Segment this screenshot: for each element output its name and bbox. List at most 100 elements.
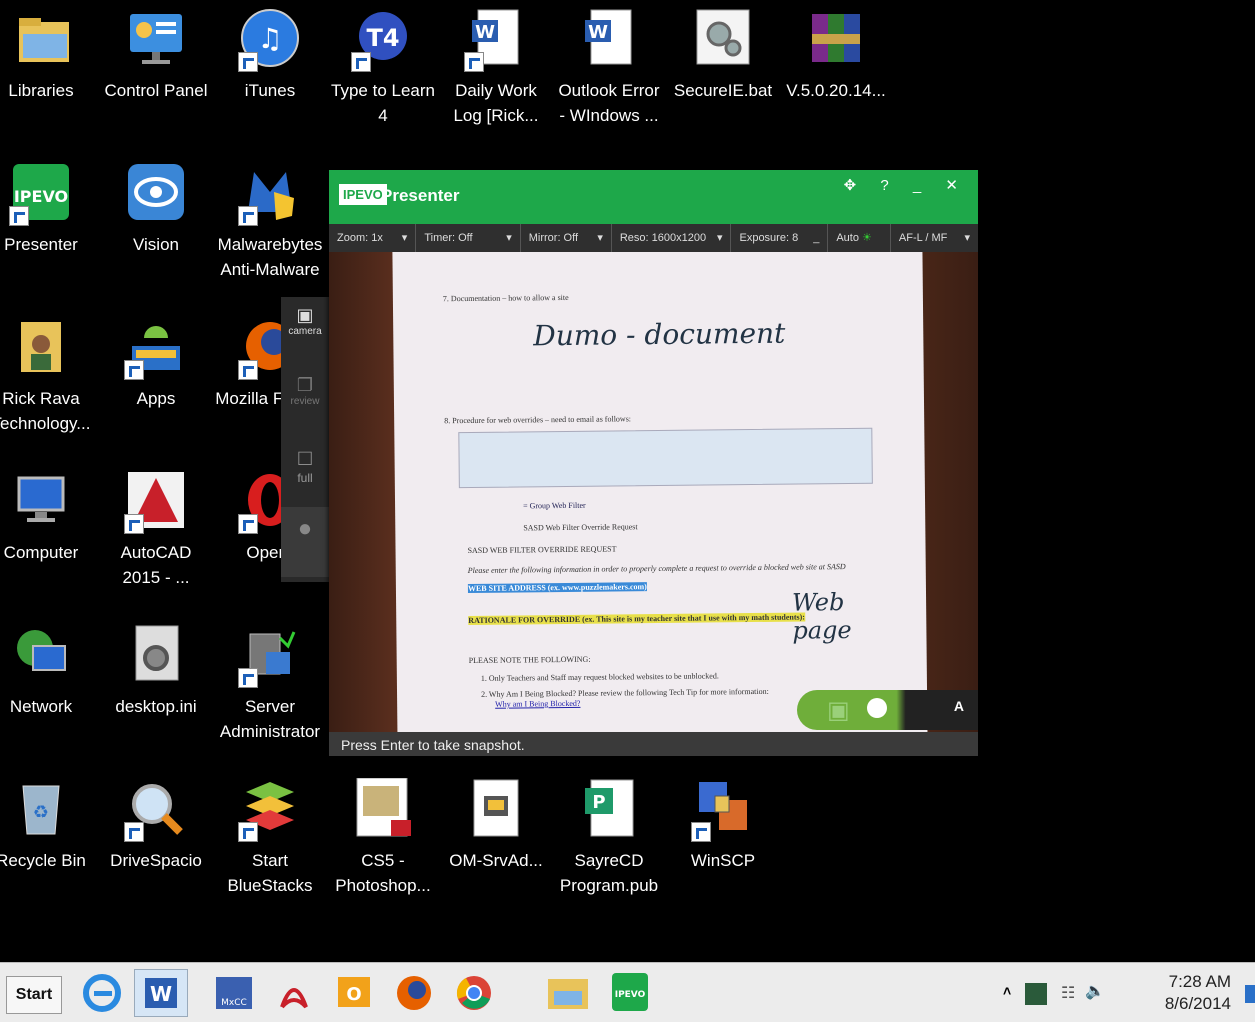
desktop-icon-winscp[interactable]: WinSCP bbox=[668, 778, 778, 873]
desktop-icon-itunes[interactable]: ♫ iTunes bbox=[215, 8, 325, 103]
mirror-dropdown[interactable]: Mirror: Off ▾ bbox=[521, 224, 612, 252]
tray-app-icon[interactable] bbox=[1025, 983, 1047, 1005]
desktop-icon-presenter[interactable]: IPEVO Presenter bbox=[0, 162, 96, 257]
desktop-icon-label: Daily Work Log [Rick... bbox=[453, 81, 539, 125]
desktop-icon-user-folder[interactable]: Rick Rava Technology... bbox=[0, 316, 96, 436]
resolution-value: Reso: 1600x1200 bbox=[619, 232, 707, 244]
show-hidden-icons-button[interactable]: ˄ bbox=[1003, 983, 1011, 999]
start-button[interactable]: Start bbox=[6, 976, 62, 1014]
review-mode-button[interactable]: ❐ review bbox=[281, 367, 329, 437]
svg-text:O: O bbox=[346, 984, 361, 1005]
desktop-icon-label: Apps bbox=[136, 389, 176, 408]
ipevo-logo: IPEVO bbox=[339, 184, 387, 205]
desktop-icon-label: V.5.0.20.14... bbox=[786, 81, 886, 100]
slider-handle-icon: _ bbox=[813, 232, 820, 244]
taskbar-internet-explorer[interactable] bbox=[80, 969, 124, 1015]
taskbar-file-explorer[interactable] bbox=[540, 969, 596, 1015]
desktop-icon-apps[interactable]: Apps bbox=[101, 316, 211, 411]
window-title: Presenter bbox=[381, 186, 460, 205]
desktop-icon-outlook-error[interactable]: W Outlook Error - WIndows ... bbox=[554, 8, 664, 128]
shortcut-arrow-icon bbox=[238, 514, 258, 534]
auto-focus-toggle[interactable]: Auto ☀ bbox=[828, 224, 891, 252]
taskbar-word[interactable]: W bbox=[134, 969, 188, 1017]
camera-icon: ▣ bbox=[827, 697, 850, 724]
desktop-icon-malwarebytes[interactable]: Malwarebytes Anti-Malware bbox=[215, 162, 325, 282]
desktop-icon-secureie[interactable]: SecureIE.bat bbox=[668, 8, 778, 103]
word-document-icon: W bbox=[579, 8, 639, 68]
handwriting-demo-document: Dumo - document bbox=[533, 316, 786, 353]
taskbar-outlook[interactable]: O bbox=[332, 969, 376, 1015]
doc-note-heading: PLEASE NOTE THE FOLLOWING: bbox=[468, 654, 591, 666]
taskbar-firefox[interactable] bbox=[392, 969, 436, 1015]
camera-mode-label: camera bbox=[288, 326, 322, 337]
presenter-window: IPEVO Presenter ✥ ? _ ✕ Zoom: 1x ▾ Timer… bbox=[329, 170, 978, 756]
publisher-document-icon: P bbox=[579, 778, 639, 838]
network-icon[interactable]: ☷ bbox=[1061, 983, 1075, 1003]
desktop-icon-type-to-learn[interactable]: T4 Type to Learn 4 bbox=[328, 8, 438, 128]
desktop-icon-bluestacks[interactable]: Start BlueStacks bbox=[215, 778, 325, 898]
desktop-icon-autocad[interactable]: AutoCAD 2015 - ... bbox=[101, 470, 211, 590]
evernote-button[interactable]: ● bbox=[281, 507, 329, 577]
shortcut-arrow-icon bbox=[238, 360, 258, 380]
ipevo-presenter-icon: IPEVO bbox=[9, 162, 71, 226]
camera-mode-button[interactable]: ▣ camera bbox=[281, 297, 329, 367]
presenter-title-bar[interactable]: IPEVO Presenter ✥ ? _ ✕ bbox=[329, 170, 978, 224]
volume-icon[interactable]: 🔈 bbox=[1085, 981, 1105, 1001]
svg-text:P: P bbox=[592, 792, 605, 813]
desktop-icon-desktop-ini[interactable]: desktop.ini bbox=[101, 624, 211, 719]
desktop-icon-cs5-photoshop-pdf[interactable]: CS5 - Photoshop... bbox=[328, 777, 438, 898]
user-folder-icon bbox=[11, 316, 71, 376]
desktop-icon-recycle-bin[interactable]: ♻ Recycle Bin bbox=[0, 778, 96, 873]
snapshot-button[interactable]: ▣ A bbox=[797, 690, 978, 730]
taskbar-adobe-reader[interactable] bbox=[272, 969, 316, 1015]
presenter-toolbar: Zoom: 1x ▾ Timer: Off ▾ Mirror: Off ▾ Re… bbox=[329, 224, 978, 252]
desktop-icon-control-panel[interactable]: Control Panel bbox=[101, 8, 211, 103]
doc-instructions: Please enter the following information i… bbox=[467, 562, 846, 576]
zoom-dropdown[interactable]: Zoom: 1x ▾ bbox=[329, 224, 417, 252]
desktop-icon-computer[interactable]: Computer bbox=[0, 470, 96, 565]
email-ribbon-screenshot bbox=[458, 427, 873, 489]
desktop-icon-daily-work-log[interactable]: W Daily Work Log [Rick... bbox=[441, 8, 551, 128]
desktop-icon-label: Network bbox=[9, 697, 73, 716]
start-label: Start bbox=[15, 986, 53, 1003]
outlook-icon: O bbox=[338, 977, 370, 1007]
shortcut-arrow-icon bbox=[464, 52, 484, 72]
timer-value: Timer: Off bbox=[424, 232, 473, 244]
doc-header: SASD WEB FILTER OVERRIDE REQUEST bbox=[467, 544, 617, 556]
desktop-icon-drivespacio[interactable]: DriveSpacio bbox=[101, 778, 211, 873]
clock[interactable]: 7:28 AM 8/6/2014 bbox=[1165, 971, 1231, 1015]
fullscreen-button[interactable]: □ full bbox=[281, 437, 329, 507]
chevron-down-icon: ▾ bbox=[716, 232, 723, 244]
server-administrator-icon bbox=[238, 624, 300, 688]
desktop-icon-sayrecd-publisher[interactable]: P SayreCD Program.pub bbox=[554, 778, 664, 898]
desktop-icon-libraries[interactable]: Libraries bbox=[0, 8, 96, 103]
chevron-down-icon: ▾ bbox=[597, 232, 603, 244]
desktop-icon-network[interactable]: Network bbox=[0, 624, 96, 719]
camera-icon: ▣ bbox=[296, 305, 314, 325]
desktop-icon-vision[interactable]: Vision bbox=[101, 162, 211, 257]
taskbar-ipevo-presenter[interactable]: IPEVO bbox=[608, 969, 652, 1015]
show-desktop-button[interactable] bbox=[1245, 985, 1255, 1003]
firefox-icon bbox=[397, 976, 431, 1010]
desktop-icon-server-administrator[interactable]: Server Administrator bbox=[215, 624, 325, 744]
desktop-icon-om-srvad[interactable]: OM-SrvAd... bbox=[441, 778, 551, 873]
svg-text:T4: T4 bbox=[366, 24, 399, 52]
resolution-dropdown[interactable]: Reso: 1600x1200 ▾ bbox=[612, 224, 732, 252]
bluestacks-icon bbox=[238, 778, 300, 842]
desktop-icon-label: Control Panel bbox=[104, 81, 208, 100]
timer-dropdown[interactable]: Timer: Off ▾ bbox=[416, 224, 521, 252]
focus-mode-dropdown[interactable]: AF-L / MF ▾ bbox=[891, 224, 978, 252]
handwriting-web-page: Web page bbox=[791, 588, 852, 645]
desktop-icon-label: Recycle Bin bbox=[0, 851, 86, 870]
window-controls[interactable]: ✥ ? _ ✕ bbox=[844, 176, 968, 194]
chevron-down-icon: ▾ bbox=[506, 232, 512, 244]
desktop-icon-label: Server Administrator bbox=[219, 697, 321, 741]
taskbar-mxcc[interactable]: MxCC bbox=[212, 969, 256, 1015]
taskbar-chrome[interactable] bbox=[452, 969, 496, 1015]
camera-preview: 7. Documentation – how to allow a site D… bbox=[329, 252, 978, 732]
desktop-icon-winrar-archive[interactable]: V.5.0.20.14... bbox=[781, 8, 891, 103]
shortcut-arrow-icon bbox=[124, 360, 144, 380]
adobe-reader-icon bbox=[280, 988, 308, 1009]
mxcc-icon: MxCC bbox=[216, 977, 252, 1009]
exposure-slider[interactable]: Exposure: 8 _ bbox=[731, 224, 829, 252]
